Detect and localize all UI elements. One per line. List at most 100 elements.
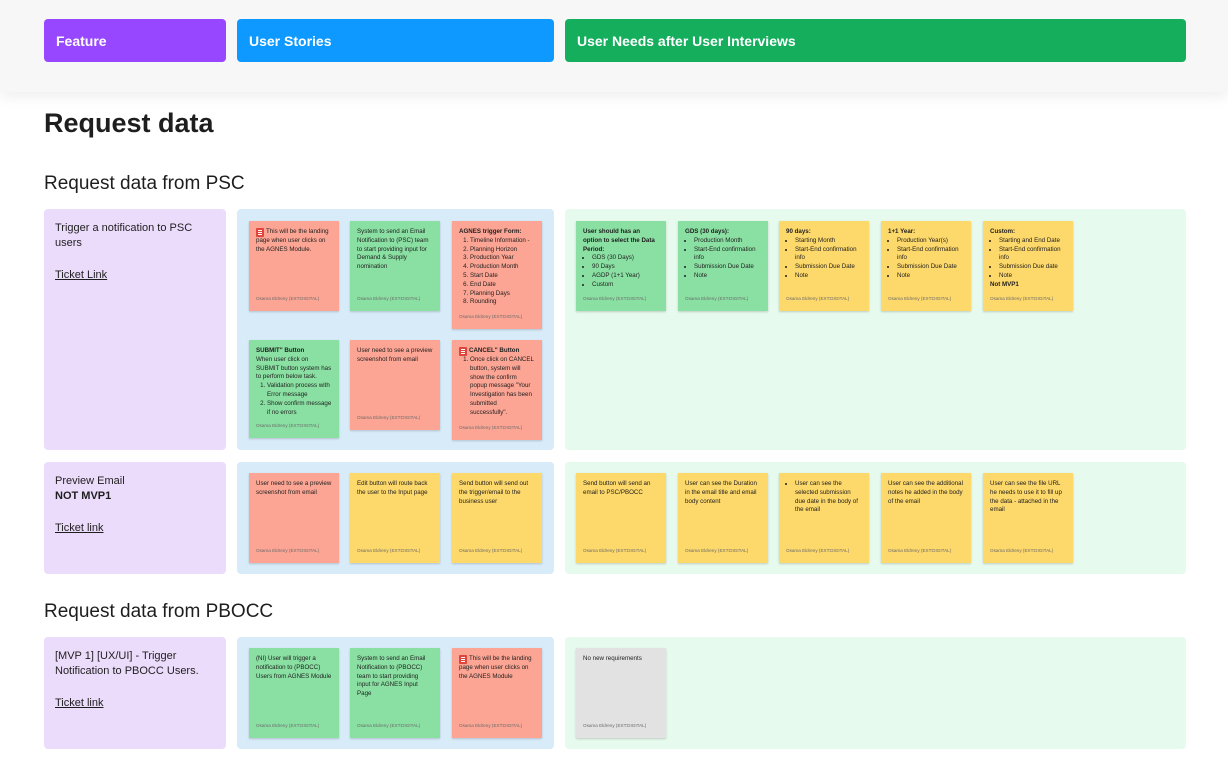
list-item: Rounding xyxy=(470,298,535,307)
sticky-list: Starting and End Date Start-End confirma… xyxy=(990,237,1066,281)
sticky-list: GDS (30 Days) 90 Days AGDP (1+1 Year) Cu… xyxy=(583,254,659,289)
list-item: Note xyxy=(694,272,761,281)
sticky-note[interactable]: System to send an Email Notification to … xyxy=(350,648,440,738)
feature-card-trigger-psc: Trigger a notification to PSC users Tick… xyxy=(44,209,226,450)
list-item: Once click on CANCEL button, system will… xyxy=(470,356,535,418)
sticky-list: Once click on CANCEL button, system will… xyxy=(459,356,535,418)
list-item: Submission Due date xyxy=(999,263,1066,272)
sticky-author: Osama Eldreny (EXT:DIGITAL) xyxy=(888,296,952,302)
list-item: GDS (30 Days) xyxy=(592,254,659,263)
sticky-note[interactable]: SUBMIT" Button When user click on SUBMIT… xyxy=(249,340,339,438)
sticky-note[interactable]: GDS (30 days): Production Month Start-En… xyxy=(678,221,768,311)
sticky-title: Custom: xyxy=(990,228,1016,235)
sticky-text: No new requirements xyxy=(583,655,642,662)
sticky-note[interactable]: System to send an Email Notification to … xyxy=(350,221,440,311)
list-item: Start-End confirmation info xyxy=(694,246,761,264)
sticky-note[interactable]: No new requirements Osama Eldreny (EXT:D… xyxy=(576,648,666,738)
sticky-text: User can see the file URL he needs to us… xyxy=(990,480,1062,514)
sticky-text: When user click on SUBMIT button system … xyxy=(256,355,332,381)
sticky-list: User can see the selected submission due… xyxy=(786,480,862,515)
ticket-link[interactable]: Ticket link xyxy=(55,521,104,536)
column-header-bar: Feature User Stories User Needs after Us… xyxy=(0,0,1228,92)
sticky-author: Osama Eldreny (EXT:DIGITAL) xyxy=(990,548,1054,554)
sticky-author: Osama Eldreny (EXT:DIGITAL) xyxy=(357,415,421,421)
list-item: Timeline Information - xyxy=(470,237,535,246)
sticky-note[interactable]: 1+1 Year: Production Year(s) Start-End c… xyxy=(881,221,971,311)
feature-subtitle: NOT MVP1 xyxy=(55,490,112,502)
feature-card-preview-email: Preview Email NOT MVP1 Ticket link xyxy=(44,462,226,574)
sticky-text: User need to see a preview screenshot fr… xyxy=(256,480,332,496)
header-user-stories[interactable]: User Stories xyxy=(237,19,554,62)
feature-title: [MVP 1] [UX/UI] - Trigger Notification t… xyxy=(55,650,199,677)
sticky-author: Osama Eldreny (EXT:DIGITAL) xyxy=(256,296,320,302)
sticky-title: GDS (30 days): xyxy=(685,228,730,235)
sticky-author: Osama Eldreny (EXT:DIGITAL) xyxy=(256,423,320,429)
header-user-needs[interactable]: User Needs after User Interviews xyxy=(565,19,1186,62)
sticky-text: This will be the landing page when user … xyxy=(256,228,329,253)
list-item: Starting Month xyxy=(795,237,862,246)
sticky-note[interactable]: User can see the file URL he needs to us… xyxy=(983,473,1073,563)
list-item: Note xyxy=(897,272,964,281)
sticky-note[interactable]: Edit button will route back the user to … xyxy=(350,473,440,563)
header-feature[interactable]: Feature xyxy=(44,19,226,62)
sticky-text: Send button will send an email to PSC/PB… xyxy=(583,480,651,496)
ticket-link[interactable]: Ticket link xyxy=(55,696,104,711)
list-item: Planning Days xyxy=(470,290,535,299)
sticky-note[interactable]: User need to see a preview screenshot fr… xyxy=(350,340,440,430)
sticky-list: Validation process with Error message Sh… xyxy=(256,382,332,417)
sticky-note[interactable]: User should has an option to select the … xyxy=(576,221,666,311)
sticky-note[interactable]: User can see the additional notes he add… xyxy=(881,473,971,563)
feature-title: Trigger a notification to PSC users xyxy=(55,222,193,249)
user-needs-panel: User should has an option to select the … xyxy=(565,209,1186,450)
sticky-text: This will be the landing page when user … xyxy=(459,655,532,680)
sticky-list: Starting Month Start-End confirmation in… xyxy=(786,237,862,281)
sticky-text: User can see the additional notes he add… xyxy=(888,480,963,505)
sticky-note[interactable]: 90 days: Starting Month Start-End confir… xyxy=(779,221,869,311)
sticky-note[interactable]: This will be the landing page when user … xyxy=(249,221,339,311)
sticky-author: Osama Eldreny (EXT:DIGITAL) xyxy=(685,548,749,554)
list-item: Submission Due Date xyxy=(694,263,761,272)
sticky-author: Osama Eldreny (EXT:DIGITAL) xyxy=(459,314,523,320)
sticky-title: SUBMIT" Button xyxy=(256,347,305,354)
sticky-author: Osama Eldreny (EXT:DIGITAL) xyxy=(357,723,421,729)
sticky-note[interactable]: Custom: Starting and End Date Start-End … xyxy=(983,221,1073,311)
sticky-note[interactable]: User can see the Duration in the email t… xyxy=(678,473,768,563)
not-mvp-label: Not MVP1 xyxy=(990,280,1019,288)
sticky-title: 90 days: xyxy=(786,228,811,235)
sticky-note[interactable]: CANCEL" Button Once click on CANCEL butt… xyxy=(452,340,542,440)
sticky-title: AGNES trigger Form: xyxy=(459,228,522,235)
list-item: Submission Due Date xyxy=(795,263,862,272)
sticky-author: Osama Eldreny (EXT:DIGITAL) xyxy=(888,548,952,554)
sticky-note[interactable]: (NI) User will trigger a notification to… xyxy=(249,648,339,738)
sticky-text: Send button will send out the trigger/em… xyxy=(459,480,529,505)
sticky-note[interactable]: This will be the landing page when user … xyxy=(452,648,542,738)
list-item: Production Year xyxy=(470,254,535,263)
sticky-text: System to send an Email Notification to … xyxy=(357,655,426,698)
user-needs-panel: Send button will send an email to PSC/PB… xyxy=(565,462,1186,574)
list-item: Custom xyxy=(592,281,659,290)
list-item: Show confirm message if no errors xyxy=(267,400,332,418)
sticky-author: Osama Eldreny (EXT:DIGITAL) xyxy=(459,723,523,729)
sticky-note[interactable]: User can see the selected submission due… xyxy=(779,473,869,563)
ticket-link[interactable]: Ticket Link xyxy=(55,268,107,283)
sticky-note[interactable]: User need to see a preview screenshot fr… xyxy=(249,473,339,563)
sticky-text: User need to see a preview screenshot fr… xyxy=(357,347,433,363)
sticky-note[interactable]: Send button will send out the trigger/em… xyxy=(452,473,542,563)
sticky-note[interactable]: Send button will send an email to PSC/PB… xyxy=(576,473,666,563)
list-item: Submission Due Date xyxy=(897,263,964,272)
list-item: Production Year(s) xyxy=(897,237,964,246)
sticky-author: Osama Eldreny (EXT:DIGITAL) xyxy=(990,296,1054,302)
header-feature-label: Feature xyxy=(56,32,107,49)
list-item: AGDP (1+1 Year) xyxy=(592,272,659,281)
sticky-text: User can see the Duration in the email t… xyxy=(685,480,757,505)
user-stories-panel: (NI) User will trigger a notification to… xyxy=(237,637,554,749)
sticky-title: User should has an option to select the … xyxy=(583,228,655,253)
feature-title: Preview Email xyxy=(55,475,125,487)
doc-icon xyxy=(256,228,264,237)
user-needs-panel: No new requirements Osama Eldreny (EXT:D… xyxy=(565,637,1186,749)
sticky-author: Osama Eldreny (EXT:DIGITAL) xyxy=(357,296,421,302)
section-title-pbocc: Request data from PBOCC xyxy=(44,601,274,622)
list-item: 90 Days xyxy=(592,263,659,272)
sticky-note[interactable]: AGNES trigger Form: Timeline Information… xyxy=(452,221,542,329)
list-item: Start Date xyxy=(470,272,535,281)
